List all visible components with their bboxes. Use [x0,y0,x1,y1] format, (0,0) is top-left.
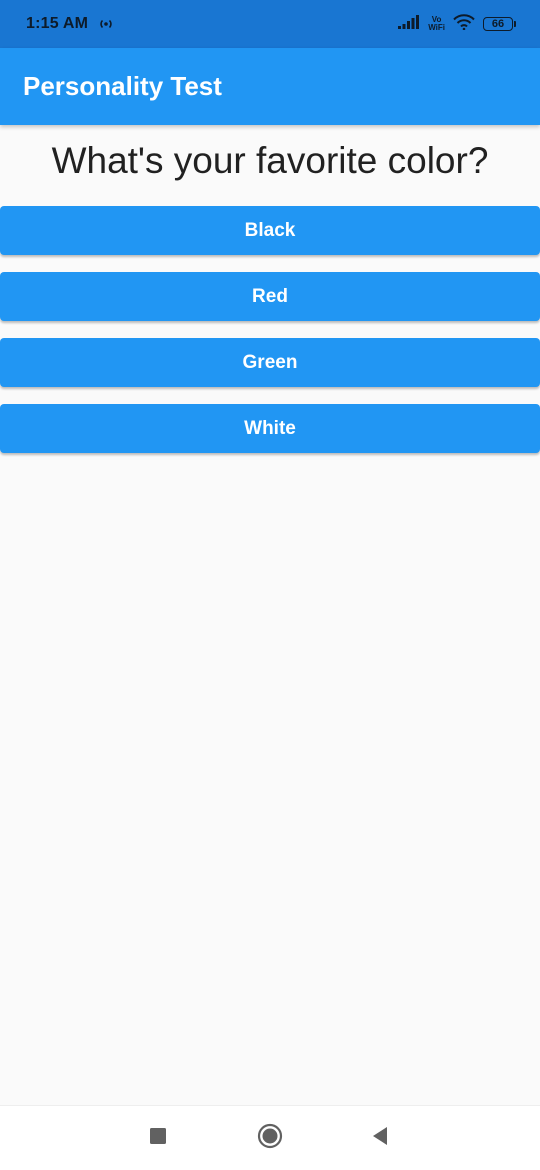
question-text: What's your favorite color? [51,140,489,181]
navigation-bar [0,1105,540,1170]
battery-level: 66 [483,17,513,31]
hotspot-icon [98,18,114,30]
vowifi-bottom-label: WiFi [428,23,445,32]
back-button[interactable] [350,1106,410,1170]
answer-button-white[interactable]: White [0,404,540,453]
home-circle-icon [257,1123,283,1154]
recents-square-icon [149,1127,167,1150]
page-title: Personality Test [23,71,222,101]
status-bar: 1:15 AM Vo WiFi 66 [0,0,540,48]
battery-tip [514,21,516,27]
signal-icon [398,14,420,34]
answer-button-black[interactable]: Black [0,206,540,255]
recents-button[interactable] [128,1106,188,1170]
back-triangle-icon [371,1126,389,1151]
vowifi-indicator: Vo WiFi [428,16,445,32]
battery-icon: 66 [483,17,516,31]
wifi-icon [453,13,475,35]
home-button[interactable] [240,1106,300,1170]
answer-button-red[interactable]: Red [0,272,540,321]
status-indicators: Vo WiFi 66 [398,13,516,35]
answer-button-green[interactable]: Green [0,338,540,387]
app-bar: Personality Test [0,48,540,125]
status-time: 1:15 AM [26,15,89,32]
